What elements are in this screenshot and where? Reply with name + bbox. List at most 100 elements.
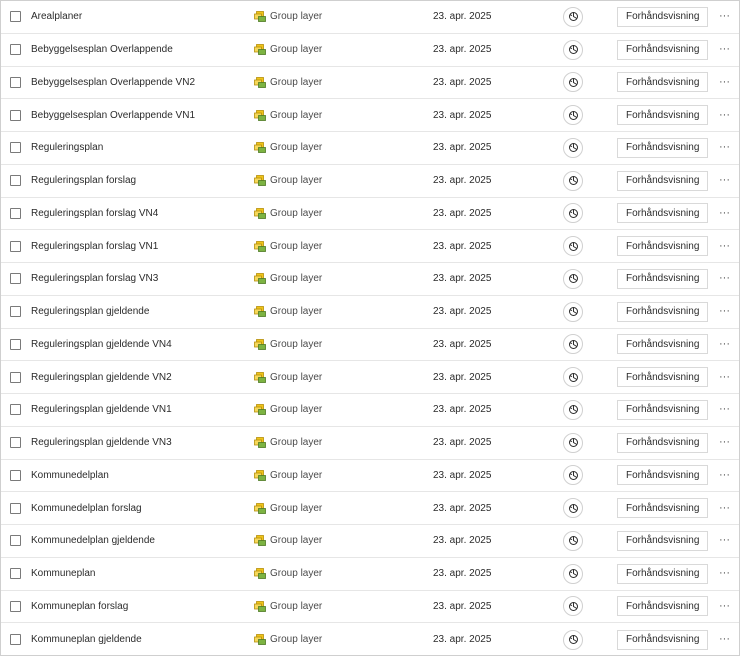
sharing-status-button[interactable] xyxy=(563,399,583,420)
sharing-status-button[interactable] xyxy=(563,203,583,224)
sharing-status-button[interactable] xyxy=(563,6,583,27)
sharing-status-button[interactable] xyxy=(563,301,583,322)
row-checkbox[interactable] xyxy=(10,142,21,154)
more-options-icon[interactable]: ··· xyxy=(719,338,730,350)
sharing-status-button[interactable] xyxy=(563,596,583,617)
item-title[interactable]: Reguleringsplan forslag VN3 xyxy=(31,273,158,284)
more-options-icon[interactable]: ··· xyxy=(719,76,730,88)
item-title[interactable]: Kommuneplan xyxy=(31,568,95,579)
row-checkbox[interactable] xyxy=(10,404,21,416)
item-title[interactable]: Reguleringsplan forslag VN4 xyxy=(31,208,158,219)
item-title[interactable]: Kommunedelplan gjeldende xyxy=(31,535,155,546)
preview-button[interactable]: Forhåndsvisning xyxy=(617,530,709,551)
preview-button[interactable]: Forhåndsvisning xyxy=(617,6,709,27)
sharing-status-button[interactable] xyxy=(563,137,583,158)
more-options-icon[interactable]: ··· xyxy=(719,240,730,252)
row-checkbox[interactable] xyxy=(10,175,21,187)
row-checkbox[interactable] xyxy=(10,76,21,88)
sharing-status-button[interactable] xyxy=(563,530,583,551)
item-title[interactable]: Bebyggelsesplan Overlappende VN1 xyxy=(31,110,195,121)
more-options-icon[interactable]: ··· xyxy=(719,404,730,415)
preview-button[interactable]: Forhåndsvisning xyxy=(617,367,709,388)
more-options-icon[interactable]: ··· xyxy=(719,600,730,612)
sharing-status-button[interactable] xyxy=(563,72,583,93)
item-title[interactable]: Reguleringsplan gjeldende VN3 xyxy=(31,437,172,448)
item-title[interactable]: Kommunedelplan forslag xyxy=(31,503,142,514)
more-options-icon[interactable]: ··· xyxy=(719,568,730,579)
item-title[interactable]: Reguleringsplan xyxy=(31,142,103,153)
more-options-icon[interactable]: ··· xyxy=(719,634,730,645)
row-checkbox[interactable] xyxy=(10,338,21,350)
preview-button[interactable]: Forhåndsvisning xyxy=(617,629,709,650)
row-checkbox[interactable] xyxy=(10,11,21,23)
more-options-icon[interactable]: ··· xyxy=(719,502,730,514)
row-checkbox[interactable] xyxy=(10,502,21,514)
sharing-status-button[interactable] xyxy=(563,334,583,355)
row-checkbox[interactable] xyxy=(10,207,21,219)
more-options-icon[interactable]: ··· xyxy=(719,175,730,186)
item-title[interactable]: Bebyggelsesplan Overlappende xyxy=(31,44,173,55)
preview-button[interactable]: Forhåndsvisning xyxy=(617,105,709,126)
sharing-status-button[interactable] xyxy=(563,563,583,584)
preview-button[interactable]: Forhåndsvisning xyxy=(617,498,709,519)
more-options-icon[interactable]: ··· xyxy=(719,535,730,546)
item-title[interactable]: Reguleringsplan gjeldende VN1 xyxy=(31,404,172,415)
preview-button[interactable]: Forhåndsvisning xyxy=(617,72,709,93)
item-title[interactable]: Bebyggelsesplan Overlappende VN2 xyxy=(31,77,195,88)
preview-button[interactable]: Forhåndsvisning xyxy=(617,170,709,191)
item-title[interactable]: Kommunedelplan xyxy=(31,470,109,481)
sharing-status-button[interactable] xyxy=(563,629,583,650)
more-options-icon[interactable]: ··· xyxy=(719,273,730,284)
item-title[interactable]: Reguleringsplan gjeldende VN4 xyxy=(31,339,172,350)
sharing-status-button[interactable] xyxy=(563,498,583,519)
preview-button[interactable]: Forhåndsvisning xyxy=(617,137,709,158)
preview-button[interactable]: Forhåndsvisning xyxy=(617,399,709,420)
item-title[interactable]: Reguleringsplan forslag VN1 xyxy=(31,241,158,252)
preview-button[interactable]: Forhåndsvisning xyxy=(617,432,709,453)
row-checkbox[interactable] xyxy=(10,469,21,481)
row-checkbox[interactable] xyxy=(10,371,21,383)
row-checkbox[interactable] xyxy=(10,568,21,580)
sharing-status-button[interactable] xyxy=(563,39,583,60)
row-checkbox[interactable] xyxy=(10,535,21,547)
row-checkbox[interactable] xyxy=(10,240,21,252)
more-options-icon[interactable]: ··· xyxy=(719,142,730,153)
preview-button[interactable]: Forhåndsvisning xyxy=(617,563,709,584)
sharing-status-button[interactable] xyxy=(563,170,583,191)
more-options-icon[interactable]: ··· xyxy=(719,469,730,481)
row-checkbox[interactable] xyxy=(10,600,21,612)
sharing-status-button[interactable] xyxy=(563,236,583,257)
sharing-status-button[interactable] xyxy=(563,268,583,289)
sharing-status-button[interactable] xyxy=(563,367,583,388)
item-title[interactable]: Kommuneplan gjeldende xyxy=(31,634,142,645)
more-options-icon[interactable]: ··· xyxy=(719,44,730,55)
more-options-icon[interactable]: ··· xyxy=(719,306,730,317)
preview-button[interactable]: Forhåndsvisning xyxy=(617,465,709,486)
preview-button[interactable]: Forhåndsvisning xyxy=(617,236,709,257)
row-checkbox[interactable] xyxy=(10,273,21,285)
preview-button[interactable]: Forhåndsvisning xyxy=(617,268,709,289)
item-title[interactable]: Reguleringsplan gjeldende VN2 xyxy=(31,372,172,383)
item-title[interactable]: Kommuneplan forslag xyxy=(31,601,128,612)
item-title[interactable]: Reguleringsplan gjeldende xyxy=(31,306,149,317)
row-checkbox[interactable] xyxy=(10,109,21,121)
more-options-icon[interactable]: ··· xyxy=(719,11,730,22)
more-options-icon[interactable]: ··· xyxy=(719,109,730,121)
preview-button[interactable]: Forhåndsvisning xyxy=(617,203,709,224)
more-options-icon[interactable]: ··· xyxy=(719,437,730,448)
more-options-icon[interactable]: ··· xyxy=(719,207,730,219)
preview-button[interactable]: Forhåndsvisning xyxy=(617,596,709,617)
row-checkbox[interactable] xyxy=(10,437,21,449)
item-title[interactable]: Reguleringsplan forslag xyxy=(31,175,136,186)
preview-button[interactable]: Forhåndsvisning xyxy=(617,39,709,60)
item-title[interactable]: Arealplaner xyxy=(31,11,82,22)
row-checkbox[interactable] xyxy=(10,306,21,318)
row-checkbox[interactable] xyxy=(10,634,21,646)
more-options-icon[interactable]: ··· xyxy=(719,371,730,383)
row-checkbox[interactable] xyxy=(10,44,21,56)
sharing-status-button[interactable] xyxy=(563,465,583,486)
sharing-status-button[interactable] xyxy=(563,432,583,453)
preview-button[interactable]: Forhåndsvisning xyxy=(617,334,709,355)
sharing-status-button[interactable] xyxy=(563,105,583,126)
preview-button[interactable]: Forhåndsvisning xyxy=(617,301,709,322)
